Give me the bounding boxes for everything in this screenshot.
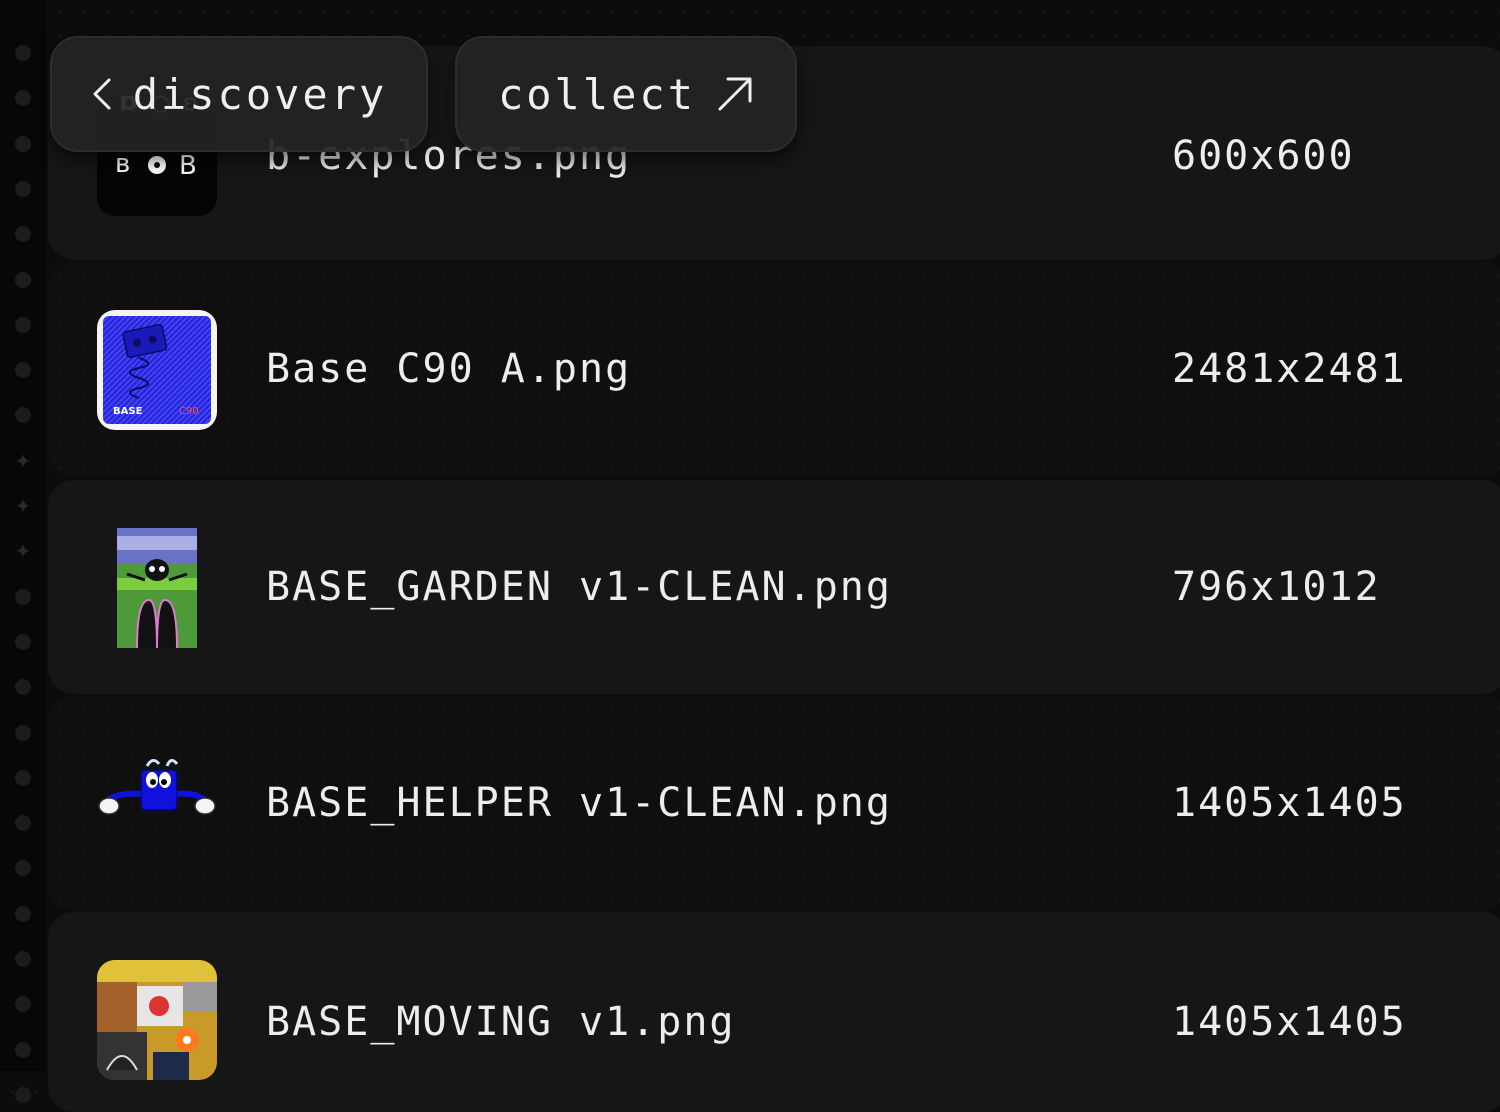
- rail-dot: [15, 633, 31, 650]
- rail-star-icon: ✦: [14, 539, 32, 564]
- file-dimensions: 796x1012: [1172, 564, 1381, 610]
- file-thumbnail-base-moving: [97, 960, 217, 1080]
- rail-dot: [15, 90, 31, 107]
- file-thumbnail-base-garden: [97, 528, 217, 648]
- rail-dot: [15, 905, 31, 922]
- file-name: BASE_GARDEN v1-CLEAN.png: [266, 564, 892, 610]
- rail-dot: [15, 860, 31, 877]
- file-row[interactable]: BASE_MOVING v1.png 1405x1405: [48, 912, 1500, 1112]
- rail-dot: [15, 271, 31, 288]
- rail-dot: [15, 226, 31, 243]
- file-dimensions: 1405x1405: [1172, 999, 1407, 1045]
- rail-dot: [15, 1086, 31, 1103]
- arrow-up-right-icon: [716, 75, 754, 113]
- file-dimensions: 600x600: [1172, 133, 1355, 179]
- rail-dot: [15, 1041, 31, 1058]
- file-thumbnail-base-c90: BASE C90: [97, 310, 217, 430]
- rail-star-icon: ✦: [14, 494, 32, 518]
- rail-dot: [15, 815, 31, 832]
- svg-text:B: B: [179, 151, 197, 181]
- rail-dot: [15, 362, 31, 379]
- chevron-left-icon: [91, 76, 113, 112]
- back-button-label: discovery: [132, 69, 388, 119]
- c90-brand-text: BASE: [113, 406, 143, 417]
- rail-dot: [15, 180, 31, 197]
- file-name: BASE_MOVING v1.png: [266, 999, 736, 1045]
- file-row[interactable]: BASE_HELPER v1-CLEAN.png 1405x1405: [48, 696, 1500, 910]
- rail-dot: [15, 407, 31, 424]
- file-row[interactable]: BASE C90 Base C90 A.png 2481x2481: [48, 262, 1500, 476]
- rail-dot: [15, 996, 31, 1013]
- rail-dot: [15, 951, 31, 967]
- rail-dot: [15, 679, 31, 696]
- file-dimensions: 2481x2481: [1172, 346, 1407, 392]
- file-dimensions: 1405x1405: [1172, 780, 1407, 826]
- back-to-discovery-button[interactable]: discovery: [50, 36, 428, 152]
- rail-dot: [15, 45, 31, 61]
- rail-dot: [15, 724, 31, 741]
- file-name: BASE_HELPER v1-CLEAN.png: [266, 780, 892, 826]
- collect-button[interactable]: collect: [455, 36, 797, 152]
- rail-dot: [15, 135, 31, 152]
- rail-star-icon: ✦: [14, 448, 32, 473]
- rail-dot: [15, 316, 31, 333]
- file-row[interactable]: BASE_GARDEN v1-CLEAN.png 796x1012: [48, 480, 1500, 694]
- file-thumbnail-base-helper: [97, 744, 217, 864]
- collect-button-label: collect: [497, 69, 696, 119]
- rail-dot: [15, 769, 31, 786]
- c90-code-text: C90: [179, 406, 199, 417]
- rail-dot: [15, 588, 31, 605]
- svg-text:ʙ: ʙ: [115, 149, 130, 179]
- left-rail: ✦ ✦ ✦: [0, 0, 46, 1103]
- file-name: Base C90 A.png: [266, 346, 632, 392]
